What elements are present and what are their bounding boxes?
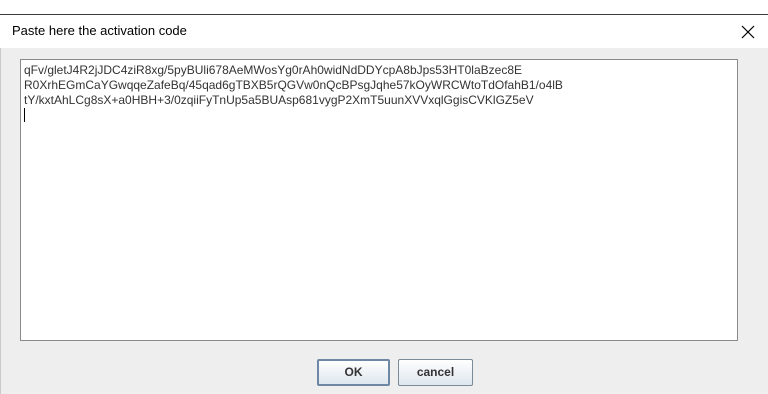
close-icon (741, 25, 755, 39)
activation-code-textarea[interactable]: qFv/gletJ4R2jJDC4ziR8xg/5pyBUli678AeMWos… (20, 59, 738, 341)
code-line: tY/kxtAhLCg8sX+a0HBH+3/0zqiiFyTnUp5a5BUA… (24, 93, 534, 107)
text-caret (24, 108, 25, 122)
dialog-content: qFv/gletJ4R2jJDC4ziR8xg/5pyBUli678AeMWos… (0, 48, 768, 394)
title-bar: Paste here the activation code (0, 14, 768, 48)
window-top-edge (0, 0, 768, 14)
window-left-border (0, 48, 1, 394)
activation-code-dialog: Paste here the activation code qFv/gletJ… (0, 0, 768, 394)
close-button[interactable] (728, 15, 768, 48)
cancel-button[interactable]: cancel (398, 359, 473, 386)
code-line: qFv/gletJ4R2jJDC4ziR8xg/5pyBUli678AeMWos… (24, 63, 523, 77)
code-line: R0XrhEGmCaYGwqqeZafeBq/45qad6gTBXB5rQGVw… (24, 78, 563, 92)
text-caret-line (24, 108, 734, 123)
ok-button[interactable]: OK (317, 359, 390, 386)
dialog-title: Paste here the activation code (12, 23, 187, 38)
